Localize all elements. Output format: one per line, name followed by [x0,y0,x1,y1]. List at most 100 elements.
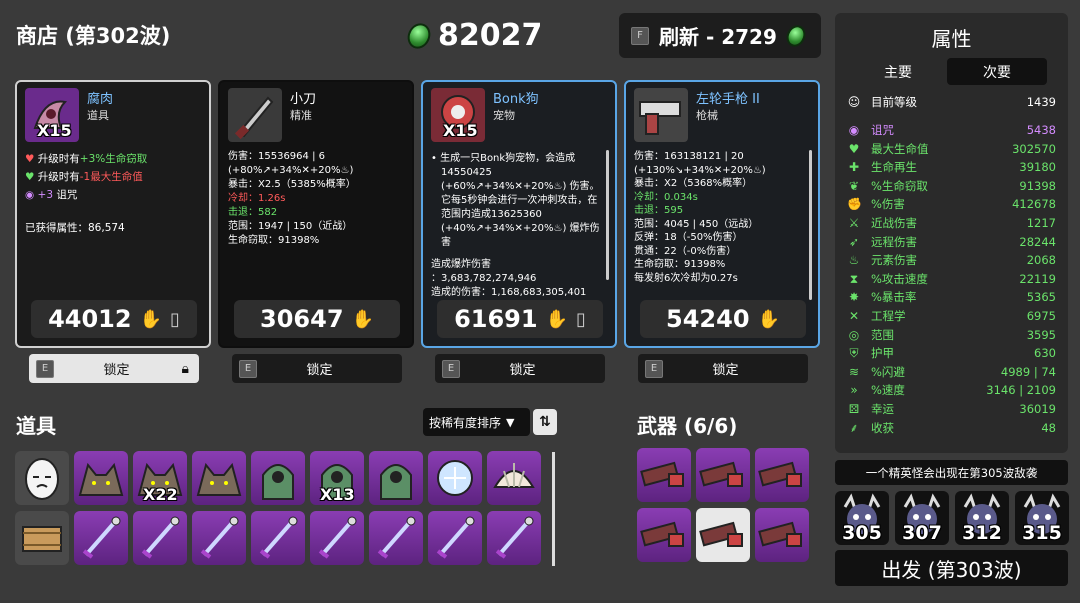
tab-secondary[interactable]: 次要 [947,58,1047,85]
chevron-down-icon: ▼ [506,415,515,429]
stat-row[interactable]: ⛨ 护甲 630 [847,344,1056,362]
stat-value: 302570 [1012,141,1056,156]
stat-value: 91398 [1019,178,1056,193]
material-hand-icon: ✋ [351,308,374,330]
boss-wave-slot[interactable]: 305 [835,491,889,545]
stat-name: 目前等级 [871,95,917,109]
stat-row[interactable]: ⚔ 近战伤害 1217 [847,214,1056,232]
bonk-dog-icon: X15 [431,88,485,142]
shop-card-knife[interactable]: 小刀 精准 伤害：15536964 | 6 (+80%↗+34%✕+20%♨) … [218,80,414,348]
crit-icon: ✸ [848,290,860,305]
stat-row[interactable]: ✚ 生命再生 39180 [847,158,1056,176]
boss-wave-slot[interactable]: 307 [895,491,949,545]
item-slot[interactable] [369,511,423,565]
sword-icon [259,516,298,559]
refresh-button[interactable]: F 刷新 - 2729 [619,13,821,58]
sort-order-toggle[interactable]: ⇅ [533,409,557,435]
weapon-slot[interactable] [696,448,750,502]
stat-name: 诅咒 [871,123,894,137]
stat-row[interactable]: ≋ %闪避 4989 | 74 [847,363,1056,381]
buy-button[interactable]: 61691 ✋ ▯ [437,300,603,338]
refresh-label: 刷新 - 2729 [659,25,777,49]
tab-main[interactable]: 主要 [848,58,948,85]
material-hand-icon: ✋ [757,308,780,330]
item-slot[interactable]: X13 [310,451,364,505]
item-slot[interactable] [487,451,541,505]
stat-row[interactable]: ❦ %生命窃取 91398 [847,177,1056,195]
item-slot[interactable] [15,511,69,565]
item-slot[interactable] [487,511,541,565]
damage-icon: ✊ [847,197,862,212]
item-slot[interactable]: X22 [133,451,187,505]
stat-row[interactable]: ⧗ %攻击速度 22119 [847,270,1056,288]
item-slot[interactable] [133,511,187,565]
item-slot[interactable] [74,511,128,565]
stat-row[interactable]: ➶ 远程伤害 28244 [847,233,1056,251]
lock-button-carrion[interactable]: E 锁定 🔒︎ [29,354,199,383]
item-qty: X22 [143,485,178,504]
item-slot[interactable] [310,511,364,565]
boss-wave-slot[interactable]: 315 [1015,491,1069,545]
item-slot[interactable] [74,451,128,505]
item-slot[interactable] [369,451,423,505]
stat-name: %生命窃取 [871,178,928,193]
item-slot[interactable] [251,511,305,565]
item-slot[interactable] [192,511,246,565]
stat-row[interactable]: ◉ 诅咒 5438 [847,121,1056,139]
stat-row[interactable]: ✊ %伤害 412678 [847,195,1056,213]
lock-button-bonk-dog[interactable]: E 锁定 [435,354,605,383]
stat-value: 3146 | 2109 [986,383,1056,398]
lock-button-knife[interactable]: E 锁定 [232,354,402,383]
elite-notice: 一个精英怪会出现在第305波敌袭 [835,460,1068,485]
stat-name: %伤害 [871,197,905,212]
card-type: 宠物 [493,109,515,122]
stat-row[interactable]: ♨ 元素伤害 2068 [847,251,1056,269]
item-slot[interactable] [428,451,482,505]
weapons-section-title: 武器 (6/6) [637,414,738,438]
item-slot[interactable] [15,451,69,505]
shop-card-carrion[interactable]: X15 腐肉 道具 ♥ 升级时有+3%生命窃取 ♥ 升级时有-1最大生命值 ◉ … [15,80,211,348]
buy-button[interactable]: 44012 ✋ ▯ [31,300,197,338]
weapon-slot[interactable] [637,448,691,502]
sword-icon [436,516,475,559]
stat-row[interactable]: » %速度 3146 | 2109 [847,381,1056,399]
buy-button[interactable]: 30647 ✋ [234,300,400,338]
card-name: 腐肉 [87,92,114,107]
boss-wave-slot[interactable]: 312 [955,491,1009,545]
knife-icon [228,88,282,142]
buy-button[interactable]: 54240 ✋ [640,300,806,338]
item-slot[interactable] [428,511,482,565]
weapon-slot[interactable] [637,508,691,562]
stat-row[interactable]: ✕ 工程学 6975 [847,307,1056,325]
curse-icon: ◉ [25,189,35,201]
ranged-icon: ➶ [848,234,860,249]
price-value: 44012 [48,305,132,333]
scrollbar[interactable] [606,150,609,280]
items-scrollbar[interactable] [552,452,555,566]
dmg-title: 造成爆炸伤害 [431,259,491,270]
scrollbar[interactable] [809,150,812,300]
sword-icon [141,516,180,559]
item-slot[interactable] [251,451,305,505]
stat-row[interactable]: ♥ 最大生命值 302570 [847,140,1056,158]
item-slot[interactable] [192,451,246,505]
shop-card-bonk-dog[interactable]: X15 Bonk狗 宠物 • 生成一只Bonk狗宠物，会造成14550425 (… [421,80,617,348]
stat-row[interactable]: ⸙ 收获 48 [847,419,1056,437]
stat-row[interactable]: ◎ 范围 3595 [847,326,1056,344]
go-button[interactable]: 出发 (第303波) [835,550,1068,586]
stat-value: 6975 [1026,309,1056,323]
stat-row[interactable]: ⚄ 幸运 36019 [847,400,1056,418]
weapon-slot[interactable] [755,448,809,502]
stat-row[interactable]: ✸ %暴击率 5365 [847,288,1056,306]
shop-card-revolver[interactable]: 左轮手枪 II 枪械 伤害：163138121 | 20 (+130%↘+34%… [624,80,820,348]
weapon-slot[interactable] [755,508,809,562]
lock-button-revolver[interactable]: E 锁定 [638,354,808,383]
boss-wave-number: 305 [842,522,882,544]
stat-name: %暴击率 [871,290,917,305]
sort-dropdown[interactable]: 按稀有度排序 ▼ [423,408,530,436]
regen-icon: ✚ [848,160,860,175]
range-icon: ◎ [848,327,860,342]
stat-name: 近战伤害 [871,216,917,230]
weapon-slot[interactable] [696,508,750,562]
price-value: 61691 [454,305,538,333]
